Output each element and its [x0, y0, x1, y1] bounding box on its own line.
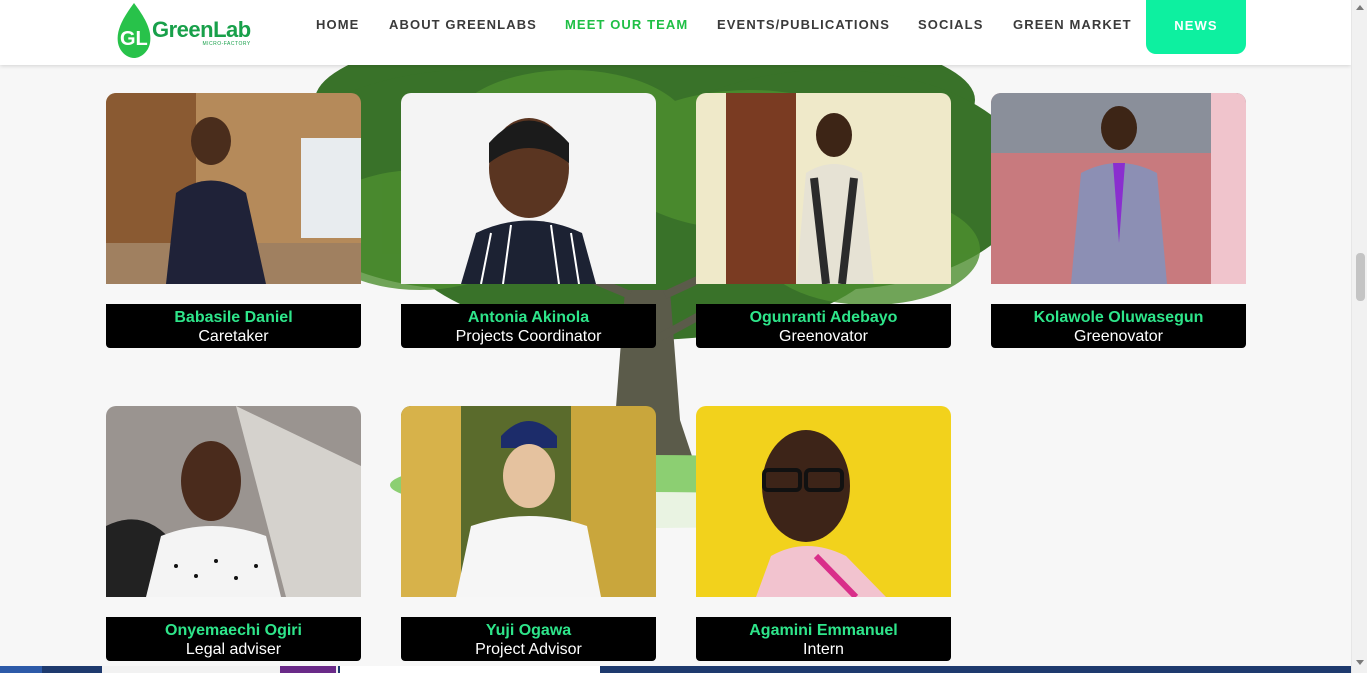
nav-events-publications[interactable]: EVENTS/PUBLICATIONS — [717, 17, 890, 32]
team-member-photo — [991, 93, 1246, 284]
team-member-name: Kolawole Oluwasegun — [1033, 309, 1204, 326]
team-member-role: Greenovator — [779, 328, 868, 345]
team-card[interactable]: Ogunranti Adebayo Greenovator — [696, 93, 951, 348]
team-member-name: Onyemaechi Ogiri — [165, 622, 302, 639]
team-member-photo — [106, 406, 361, 597]
team-card[interactable]: Onyemaechi Ogiri Legal adviser — [106, 406, 361, 661]
logo-subtitle: MICRO-FACTORY — [202, 41, 251, 47]
team-card[interactable]: Agamini Emmanuel Intern — [696, 406, 951, 661]
logo-name: GreenLab — [152, 17, 251, 42]
team-member-caption: Agamini Emmanuel Intern — [696, 617, 951, 661]
logo-leaf-icon: GL — [117, 3, 151, 58]
svg-text:GL: GL — [120, 28, 148, 50]
team-member-role: Intern — [803, 641, 844, 658]
scroll-down-arrow-icon[interactable] — [1356, 660, 1364, 665]
team-member-role: Greenovator — [1074, 328, 1163, 345]
team-member-caption: Antonia Akinola Projects Coordinator — [401, 304, 656, 348]
nav-socials[interactable]: SOCIALS — [918, 17, 983, 32]
nav-news-button[interactable]: NEWS — [1146, 0, 1246, 54]
team-card[interactable]: Antonia Akinola Projects Coordinator — [401, 93, 656, 348]
nav-home[interactable]: HOME — [316, 17, 359, 32]
team-member-photo — [106, 93, 361, 284]
team-member-role: Projects Coordinator — [455, 328, 602, 345]
team-member-name: Antonia Akinola — [467, 309, 590, 326]
team-member-name: Yuji Ogawa — [485, 622, 572, 639]
team-member-photo — [696, 93, 951, 284]
scroll-thumb[interactable] — [1356, 253, 1365, 301]
nav-green-market[interactable]: GREEN MARKET — [1013, 17, 1132, 32]
team-member-name: Ogunranti Adebayo — [749, 309, 898, 326]
team-member-name: Agamini Emmanuel — [749, 622, 898, 639]
page-scrollbar[interactable] — [1351, 0, 1367, 673]
team-card[interactable]: Kolawole Oluwasegun Greenovator — [991, 93, 1246, 348]
team-member-photo — [696, 406, 951, 597]
team-member-role: Project Advisor — [475, 641, 582, 658]
greenlab-logo[interactable]: GL GreenLab MICRO-FACTORY — [112, 0, 262, 60]
team-member-role: Legal adviser — [185, 641, 282, 658]
team-card[interactable]: Yuji Ogawa Project Advisor — [401, 406, 656, 661]
team-card[interactable]: Babasile Daniel Caretaker — [106, 93, 361, 348]
team-member-name: Babasile Daniel — [174, 309, 293, 326]
team-member-caption: Ogunranti Adebayo Greenovator — [696, 304, 951, 348]
team-member-caption: Babasile Daniel Caretaker — [106, 304, 361, 348]
nav-about-greenlabs[interactable]: ABOUT GREENLABS — [389, 17, 537, 32]
nav-meet-our-team[interactable]: MEET OUR TEAM — [565, 17, 688, 32]
scroll-up-arrow-icon[interactable] — [1356, 5, 1364, 10]
team-member-photo — [401, 93, 656, 284]
team-member-caption: Kolawole Oluwasegun Greenovator — [991, 304, 1246, 348]
team-member-photo — [401, 406, 656, 597]
team-member-role: Caretaker — [198, 328, 269, 345]
site-header: GL GreenLab MICRO-FACTORY HOME ABOUT GRE… — [0, 0, 1351, 65]
team-member-caption: Yuji Ogawa Project Advisor — [401, 617, 656, 661]
taskbar-strip — [0, 666, 1351, 673]
team-member-caption: Onyemaechi Ogiri Legal adviser — [106, 617, 361, 661]
